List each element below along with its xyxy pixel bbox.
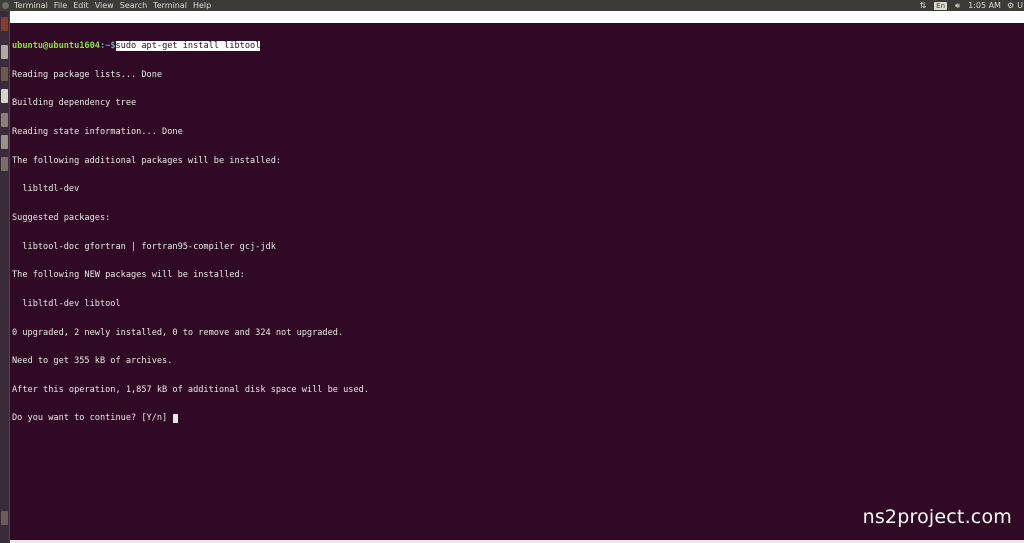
launcher-files-icon[interactable] <box>1 45 8 59</box>
continue-prompt-line[interactable]: Do you want to continue? [Y/n] <box>12 414 369 424</box>
menu-terminal[interactable]: Terminal <box>153 0 187 11</box>
keyboard-layout-indicator[interactable]: En <box>934 1 948 10</box>
terminal-title-strip <box>10 11 1024 23</box>
launcher-office-icon[interactable] <box>1 113 8 127</box>
close-window-icon[interactable] <box>2 2 9 9</box>
output-line: After this operation, 1,857 kB of additi… <box>12 384 369 395</box>
network-icon[interactable]: ⇅ <box>919 0 926 11</box>
prompt-path: :~$ <box>99 41 116 52</box>
text-cursor <box>173 414 179 424</box>
top-menubar: Terminal File Edit View Search Terminal … <box>0 0 1024 11</box>
menu-file[interactable]: File <box>54 0 67 11</box>
menu-edit[interactable]: Edit <box>73 0 89 11</box>
menu-search[interactable]: Search <box>120 0 147 11</box>
terminal-window[interactable]: ubuntu@ubuntu1604:~$sudo apt-get install… <box>10 11 1024 540</box>
output-line: The following NEW packages will be insta… <box>12 270 245 281</box>
launcher-firefox-icon[interactable] <box>1 67 8 81</box>
launcher-dash-icon[interactable] <box>1 17 8 31</box>
output-line: libtool-doc gfortran | fortran95-compile… <box>12 241 276 252</box>
terminal-output: ubuntu@ubuntu1604:~$sudo apt-get install… <box>12 23 369 443</box>
launcher-trash-icon[interactable] <box>1 511 8 525</box>
continue-prompt: Do you want to continue? [Y/n] <box>12 413 173 424</box>
session-label[interactable]: U <box>1017 0 1023 11</box>
menu-help[interactable]: Help <box>193 0 211 11</box>
app-name[interactable]: Terminal <box>14 0 48 11</box>
output-line: Building dependency tree <box>12 98 137 109</box>
command-line: ubuntu@ubuntu1604:~$sudo apt-get install… <box>12 41 369 52</box>
output-line: Suggested packages: <box>12 212 111 223</box>
volume-icon[interactable]: 🔊︎ <box>955 0 960 11</box>
launcher-settings-icon[interactable] <box>1 157 8 171</box>
watermark: ns2project.com <box>862 506 1012 528</box>
launcher-terminal-icon[interactable] <box>1 89 8 103</box>
command-text: sudo apt-get install libtool <box>115 41 261 52</box>
menu-view[interactable]: View <box>95 0 114 11</box>
output-line: Reading state information... Done <box>12 127 183 138</box>
prompt-user-host: ubuntu@ubuntu1604 <box>12 41 100 52</box>
launcher-app-icon[interactable] <box>1 135 8 149</box>
output-line: libltdl-dev libtool <box>12 298 121 309</box>
clock[interactable]: 1:05 AM <box>968 0 1001 11</box>
system-indicators: ⇅ En 🔊︎ 1:05 AM ⚙ U <box>911 0 1024 11</box>
output-line: Reading package lists... Done <box>12 69 163 80</box>
unity-launcher <box>0 11 10 543</box>
settings-gear-icon[interactable]: ⚙ <box>1007 0 1014 11</box>
output-line: 0 upgraded, 2 newly installed, 0 to remo… <box>12 327 344 338</box>
output-line: The following additional packages will b… <box>12 155 282 166</box>
output-line: Need to get 355 kB of archives. <box>12 356 173 367</box>
output-line: libltdl-dev <box>12 184 80 195</box>
